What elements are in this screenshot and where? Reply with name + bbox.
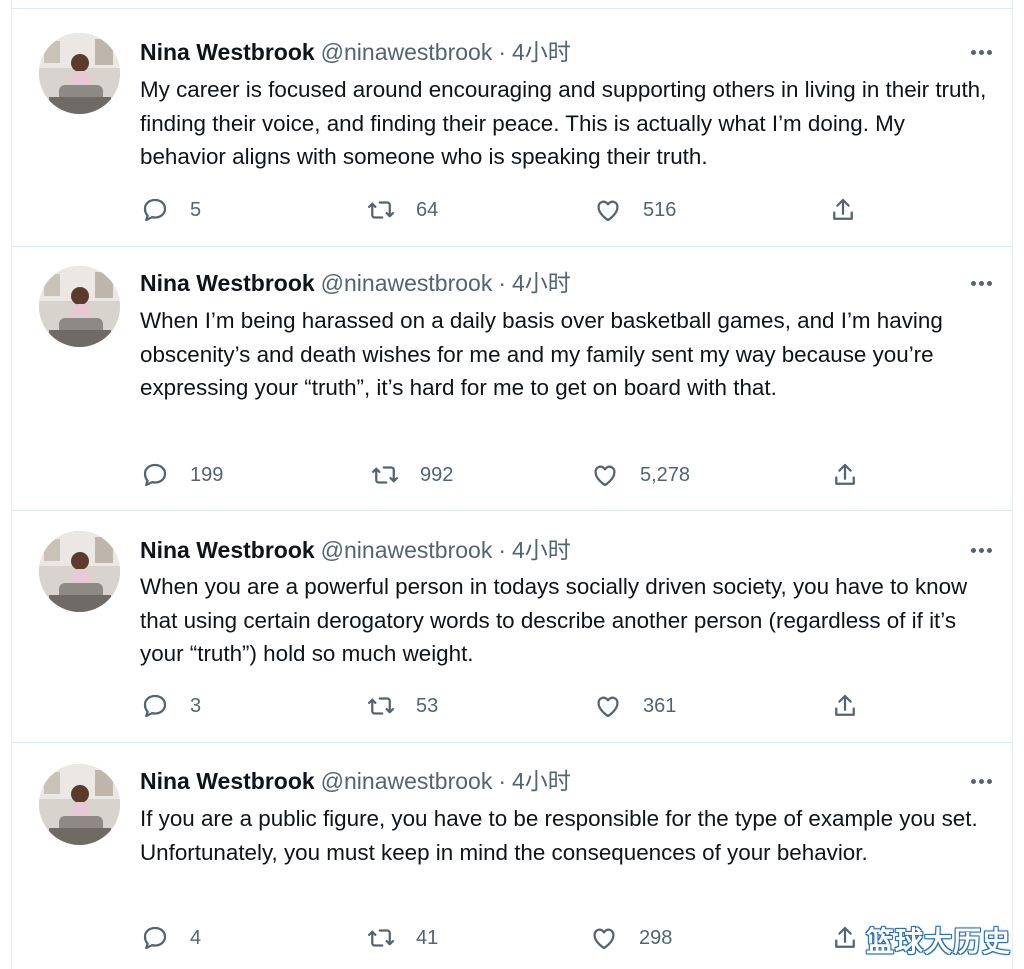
tweet[interactable]: Nina Westbrook @ninawestbrook · 4小时 My care… [12, 8, 1012, 247]
reply-count: 4 [190, 926, 202, 949]
reply-count: 3 [190, 694, 202, 717]
like-icon [597, 696, 619, 718]
tweet[interactable]: Nina Westbrook @ninawestbrook · 4小时 When yo… [12, 511, 1012, 743]
share-icon [835, 463, 855, 485]
author-name[interactable]: Nina Westbrook [140, 537, 315, 563]
retweet-button[interactable]: 41 [366, 921, 438, 955]
avatar[interactable] [39, 531, 120, 612]
avatar-photo [39, 764, 120, 845]
like-count: 298 [639, 926, 673, 949]
share-icon [833, 198, 853, 220]
retweet-count: 53 [416, 694, 439, 717]
avatar[interactable] [39, 266, 120, 347]
tweet[interactable]: Nina Westbrook @ninawestbrook · 4小时 When I’… [12, 246, 1012, 511]
like-button[interactable]: 5,278 [590, 458, 690, 492]
separator-dot: · [498, 537, 506, 563]
reply-icon [143, 694, 167, 718]
author-handle[interactable]: @ninawestbrook [321, 537, 493, 563]
retweet-count: 64 [416, 198, 439, 221]
reply-button[interactable]: 4 [140, 921, 201, 955]
timestamp[interactable]: 4小时 [512, 768, 571, 794]
retweet-icon [368, 929, 394, 947]
reply-icon [143, 926, 167, 950]
more-icon[interactable] [952, 37, 992, 67]
like-icon [597, 200, 619, 222]
separator-dot: · [498, 39, 506, 65]
reply-icon [143, 198, 167, 222]
separator-dot: · [498, 768, 506, 794]
retweet-button[interactable]: 53 [366, 689, 438, 723]
avatar-photo [39, 266, 120, 347]
tweet-header: Nina Westbrook @ninawestbrook · 4小时 [140, 37, 992, 67]
retweet-icon [368, 697, 394, 715]
like-button[interactable]: 516 [593, 193, 676, 227]
tweet-text: When I’m being harassed on a daily basis… [140, 308, 943, 400]
author-handle[interactable]: @ninawestbrook [321, 768, 493, 794]
like-button[interactable]: 361 [593, 689, 676, 723]
avatar[interactable] [39, 764, 120, 845]
watermark: 篮球大历史 [866, 925, 1012, 958]
author-name[interactable]: Nina Westbrook [140, 270, 315, 296]
tweet-actions: 4 41 298 [140, 921, 990, 955]
author-name[interactable]: Nina Westbrook [140, 39, 315, 65]
share-icon [835, 926, 855, 948]
reply-button[interactable]: 3 [140, 689, 201, 723]
author-handle[interactable]: @ninawestbrook [321, 270, 493, 296]
author-handle[interactable]: @ninawestbrook [321, 39, 493, 65]
avatar-photo [39, 531, 120, 612]
tweet-text: If you are a public figure, you have to … [140, 806, 978, 865]
retweet-button[interactable]: 64 [366, 193, 438, 227]
retweet-icon [368, 201, 394, 219]
avatar-photo [39, 33, 120, 114]
tweet-text: My career is focused around encouraging … [140, 77, 987, 169]
tweet-feed: Nina Westbrook @ninawestbrook · 4小时 My care… [0, 0, 1024, 969]
tweet[interactable]: Nina Westbrook @ninawestbrook · 4小时 If you … [12, 743, 1012, 969]
feed-right-border [1012, 0, 1013, 969]
more-icon[interactable] [952, 535, 992, 565]
share-button[interactable] [828, 193, 858, 227]
more-icon[interactable] [952, 268, 992, 298]
like-count: 5,278 [640, 463, 691, 486]
reply-count: 5 [190, 198, 202, 221]
like-count: 516 [643, 198, 677, 221]
like-count: 361 [643, 694, 677, 717]
like-icon [594, 465, 616, 487]
separator-dot: · [498, 270, 506, 296]
tweet-header: Nina Westbrook @ninawestbrook · 4小时 [140, 268, 992, 298]
share-button[interactable] [830, 921, 860, 955]
author-name[interactable]: Nina Westbrook [140, 768, 315, 794]
timestamp[interactable]: 4小时 [512, 270, 571, 296]
share-icon [835, 694, 855, 716]
more-icon[interactable] [952, 766, 992, 796]
avatar[interactable] [39, 33, 120, 114]
reply-button[interactable]: 199 [140, 458, 223, 492]
tweet-header: Nina Westbrook @ninawestbrook · 4小时 [140, 535, 992, 565]
tweet-header: Nina Westbrook @ninawestbrook · 4小时 [140, 766, 992, 796]
share-button[interactable] [830, 689, 860, 723]
timestamp[interactable]: 4小时 [512, 39, 571, 65]
tweet-actions: 199 992 5,278 [140, 458, 990, 492]
tweet-text: When you are a powerful person in todays… [140, 574, 968, 666]
timestamp[interactable]: 4小时 [512, 537, 571, 563]
retweet-count: 992 [420, 463, 454, 486]
reply-count: 199 [190, 463, 224, 486]
tweet-actions: 5 64 516 [140, 193, 990, 227]
like-button[interactable]: 298 [589, 921, 672, 955]
tweet-actions: 3 53 361 [140, 689, 990, 723]
retweet-count: 41 [416, 926, 439, 949]
retweet-button[interactable]: 992 [370, 458, 453, 492]
reply-icon [143, 463, 167, 487]
like-icon [593, 928, 615, 950]
share-button[interactable] [830, 458, 860, 492]
retweet-icon [372, 466, 398, 484]
reply-button[interactable]: 5 [140, 193, 201, 227]
